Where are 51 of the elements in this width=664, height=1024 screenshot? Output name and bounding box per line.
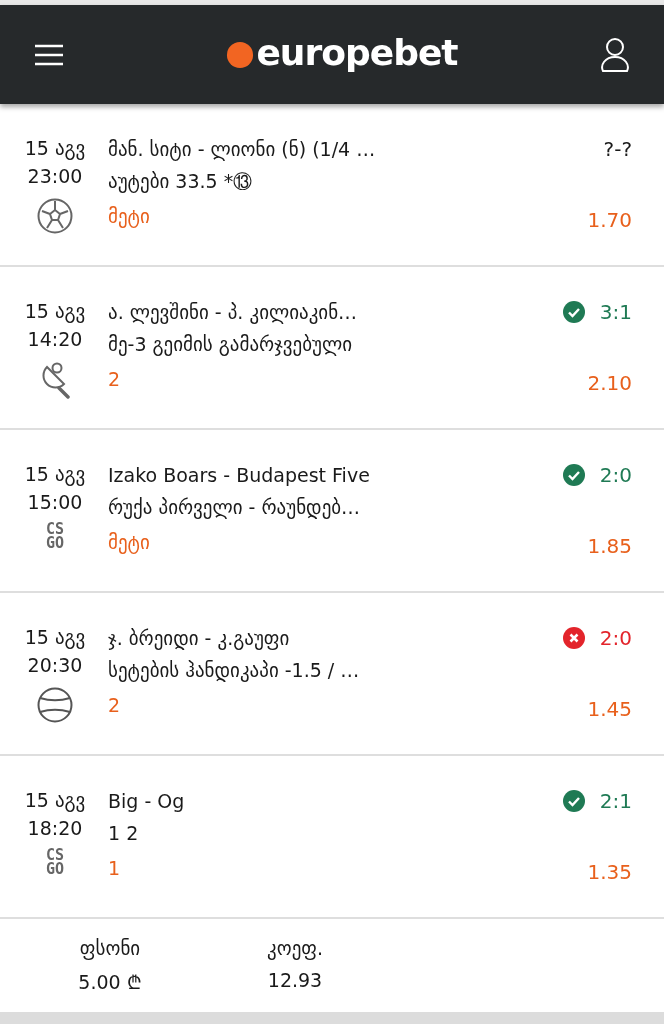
odds: 1.70 <box>587 208 632 232</box>
match-name: მან. სიტი - ლიონი (ნ) (1/4 … <box>108 137 377 163</box>
check-icon <box>561 463 586 487</box>
market-name: აუტები 33.5 *⑬ <box>108 169 254 195</box>
bet-pick: 2 <box>108 693 122 718</box>
bet-time: 15:00 <box>27 490 83 515</box>
csgo-icon: CS GO <box>45 522 65 550</box>
bet-date: 15 აგვ <box>24 462 86 488</box>
market-name: სეტების ჰანდიკაპი -1.5 / … <box>108 658 361 684</box>
summary-label: ფსონი <box>79 937 141 959</box>
check-icon <box>561 300 586 324</box>
market-name: მე-3 გეიმის გამარჯვებული <box>108 332 354 358</box>
bet-pick: 1 <box>108 856 122 881</box>
bet-time: 23:00 <box>27 164 83 189</box>
market-name: 1 2 <box>108 821 140 846</box>
error-icon <box>561 626 586 650</box>
score: 2:0 <box>599 626 632 650</box>
bet-date: 15 აგვ <box>24 625 86 651</box>
match-name: Izako Boars - Budapest Five <box>108 463 371 488</box>
soccer-ball-icon <box>37 198 73 234</box>
score: 2:1 <box>599 789 632 813</box>
summary-label: კოეფ. <box>267 937 323 959</box>
csgo-icon: CS GO <box>45 848 65 876</box>
bet-pick: მეტი <box>108 530 151 556</box>
bet-time: 14:20 <box>27 327 83 352</box>
odds: 1.85 <box>587 534 632 558</box>
market-name: რუქა პირველი - რაუნდებ… <box>108 495 362 521</box>
match-name: Big - Og <box>108 789 186 814</box>
bet-time: 20:30 <box>27 653 83 678</box>
odds: 1.45 <box>587 697 632 721</box>
bet-time: 18:20 <box>27 816 83 841</box>
logo-dot-icon <box>226 40 255 69</box>
bet-date: 15 აგვ <box>24 788 86 814</box>
bet-pick: 2 <box>108 367 122 392</box>
match-name: ჯ. ბრეიდი - კ.გაუფი <box>108 626 291 652</box>
match-name: ა. ლევშინი - პ. კილიაკინ… <box>108 300 359 326</box>
user-icon[interactable] <box>600 36 630 73</box>
bet-date: 15 აგვ <box>24 299 86 325</box>
score: ?-? <box>603 137 632 161</box>
summary-value: 12.93 <box>267 969 323 991</box>
menu-icon[interactable] <box>34 43 64 66</box>
brand-logo[interactable]: europebet <box>256 34 458 75</box>
odds: 1.35 <box>587 860 632 884</box>
summary-value: 5.00 ₾ <box>78 970 142 995</box>
bet-date: 15 აგვ <box>24 136 86 162</box>
bet-pick: მეტი <box>108 204 151 230</box>
score: 3:1 <box>599 300 632 324</box>
check-icon <box>561 789 586 813</box>
score: 2:0 <box>599 463 632 487</box>
odds: 2.10 <box>587 371 632 395</box>
tennis-ball-icon <box>37 687 73 723</box>
